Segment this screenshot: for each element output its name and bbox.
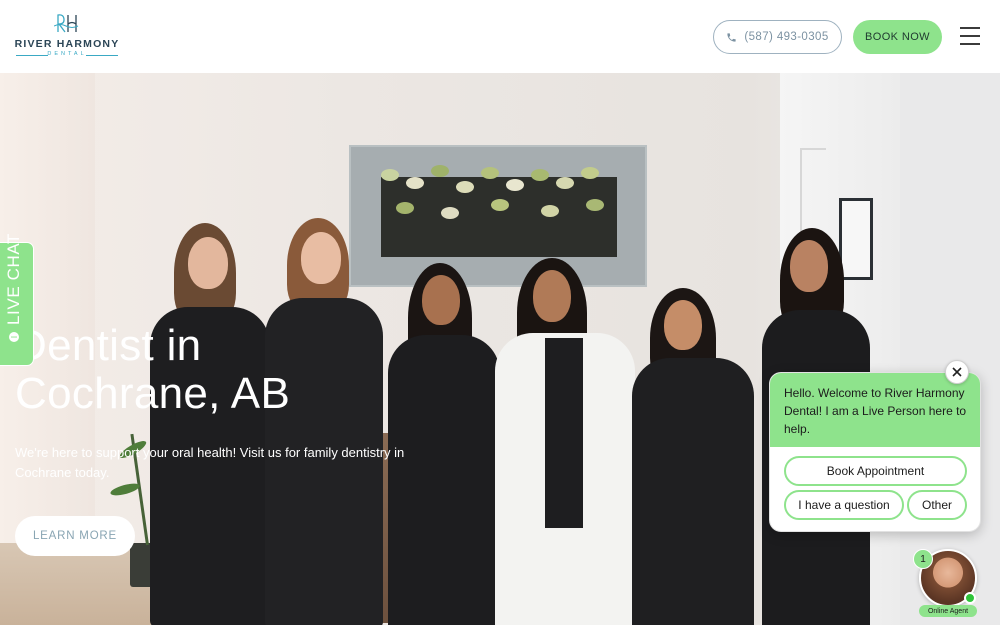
book-now-button[interactable]: BOOK NOW (853, 20, 942, 54)
live-chat-label: LIVE CHAT (4, 233, 23, 325)
logo-name: RIVER HARMONY (14, 38, 120, 50)
logo-mark-icon (54, 14, 79, 33)
chat-welcome-message: Hello. Welcome to River Harmony Dental! … (770, 373, 980, 447)
chat-widget: Hello. Welcome to River Harmony Dental! … (769, 372, 981, 532)
close-icon (952, 367, 962, 377)
chat-option-other[interactable]: Other (907, 490, 967, 520)
chat-option-question[interactable]: I have a question (784, 490, 904, 520)
learn-more-button[interactable]: LEARN MORE (15, 516, 135, 556)
phone-button[interactable]: (587) 493-0305 (713, 20, 842, 54)
logo[interactable]: RIVER HARMONY DENTAL (14, 12, 120, 60)
logo-subtitle: DENTAL (14, 51, 120, 57)
chat-close-button[interactable] (945, 360, 969, 384)
live-chat-tab[interactable]: LIVE CHAT (0, 233, 34, 366)
hero-title: Dentist in Cochrane, AB (15, 322, 415, 418)
hero-title-line-2: Cochrane, AB (15, 369, 291, 418)
phone-icon (727, 32, 736, 42)
phone-number: (587) 493-0305 (744, 31, 829, 43)
unread-count-badge: 1 (913, 549, 933, 569)
chat-option-book-appointment[interactable]: Book Appointment (784, 456, 967, 486)
menu-icon[interactable] (960, 27, 980, 45)
hero-description: We're here to support your oral health! … (15, 445, 405, 480)
online-status-dot (964, 592, 976, 604)
chat-bubble-icon (9, 332, 19, 342)
hero-title-line-1: Dentist in (15, 321, 202, 370)
agent-status-label: Online Agent (919, 605, 977, 617)
site-header: RIVER HARMONY DENTAL (587) 493-0305 BOOK… (0, 0, 1000, 73)
